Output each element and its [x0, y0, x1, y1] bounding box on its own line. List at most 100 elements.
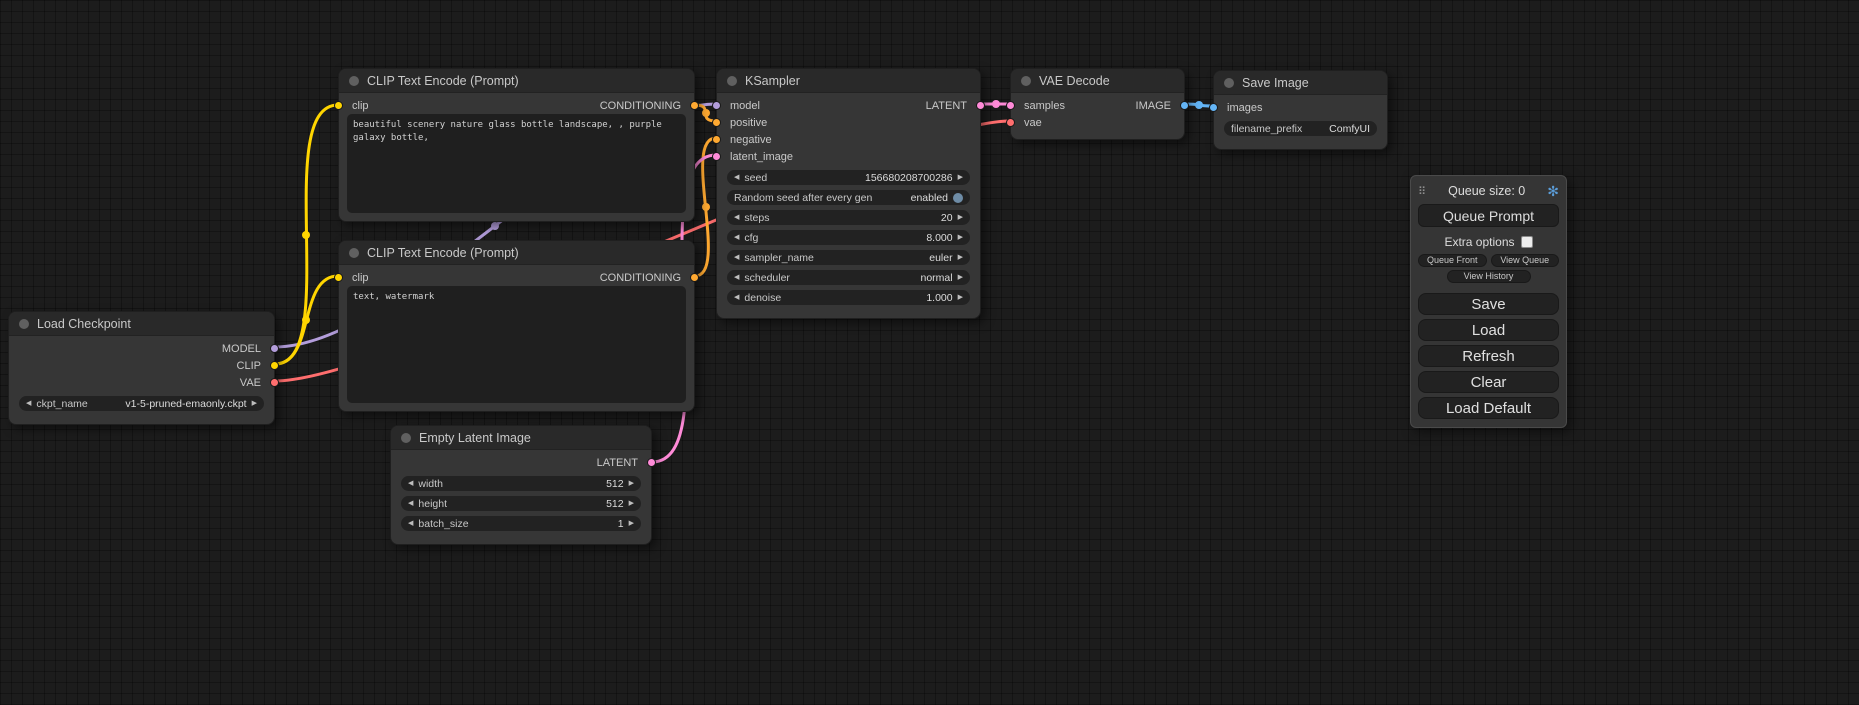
- vae-input-dot[interactable]: [1006, 118, 1015, 127]
- prev-value-arrow-icon[interactable]: ◀: [734, 274, 739, 281]
- decrement-arrow-icon[interactable]: ◀: [734, 174, 739, 181]
- extra-options-checkbox[interactable]: [1521, 236, 1533, 248]
- collapse-dot[interactable]: [349, 248, 359, 258]
- node-graph-canvas[interactable]: Load Checkpoint MODEL CLIP VAE ◀ ckpt_na…: [0, 0, 1859, 705]
- node-title-bar[interactable]: VAE Decode: [1011, 69, 1184, 93]
- node-title-bar[interactable]: KSampler: [717, 69, 980, 93]
- decrement-arrow-icon[interactable]: ◀: [734, 294, 739, 301]
- denoise-widget[interactable]: ◀ denoise 1.000 ▶: [727, 290, 970, 305]
- queue-buttons-row: Queue Front View Queue: [1418, 254, 1559, 267]
- width-widget[interactable]: ◀ width 512 ▶: [401, 476, 641, 491]
- collapse-dot[interactable]: [1224, 78, 1234, 88]
- conditioning-output-dot[interactable]: [690, 273, 699, 282]
- refresh-button[interactable]: Refresh: [1418, 345, 1559, 367]
- increment-arrow-icon[interactable]: ▶: [958, 214, 963, 221]
- latent-output-dot[interactable]: [647, 458, 656, 467]
- increment-arrow-icon[interactable]: ▶: [629, 520, 634, 527]
- decrement-arrow-icon[interactable]: ◀: [408, 500, 413, 507]
- increment-arrow-icon[interactable]: ▶: [958, 294, 963, 301]
- next-value-arrow-icon[interactable]: ▶: [252, 400, 257, 407]
- slot-label-latent-image: latent_image: [730, 151, 793, 163]
- model-input-dot[interactable]: [712, 101, 721, 110]
- negative-input-dot[interactable]: [712, 135, 721, 144]
- ckpt-name-widget[interactable]: ◀ ckpt_name v1-5-pruned-emaonly.ckpt ▶: [19, 396, 264, 411]
- model-output-dot[interactable]: [270, 344, 279, 353]
- clip-input-dot[interactable]: [334, 101, 343, 110]
- samples-input-dot[interactable]: [1006, 101, 1015, 110]
- widget-value: euler: [929, 252, 952, 264]
- decrement-arrow-icon[interactable]: ◀: [408, 520, 413, 527]
- node-save-image[interactable]: Save Image images filename_prefix ComfyU…: [1213, 70, 1388, 150]
- increment-arrow-icon[interactable]: ▶: [629, 500, 634, 507]
- node-title-bar[interactable]: CLIP Text Encode (Prompt): [339, 241, 694, 265]
- queue-menu-panel[interactable]: ⠿ Queue size: 0 ✻ Queue Prompt Extra opt…: [1410, 175, 1567, 428]
- queue-front-button[interactable]: Queue Front: [1418, 254, 1487, 267]
- node-clip-text-encode-negative[interactable]: CLIP Text Encode (Prompt) clip CONDITION…: [338, 240, 695, 412]
- next-value-arrow-icon[interactable]: ▶: [958, 254, 963, 261]
- link-dot: [992, 100, 1000, 108]
- view-history-button[interactable]: View History: [1447, 270, 1531, 283]
- images-input-dot[interactable]: [1209, 103, 1218, 112]
- clear-button[interactable]: Clear: [1418, 371, 1559, 393]
- collapse-dot[interactable]: [349, 76, 359, 86]
- widget-label: cfg: [744, 232, 758, 244]
- view-queue-button[interactable]: View Queue: [1491, 254, 1560, 267]
- node-title-bar[interactable]: CLIP Text Encode (Prompt): [339, 69, 694, 93]
- increment-arrow-icon[interactable]: ▶: [958, 234, 963, 241]
- toggle-indicator-icon[interactable]: [953, 193, 963, 203]
- decrement-arrow-icon[interactable]: ◀: [408, 480, 413, 487]
- steps-widget[interactable]: ◀ steps 20 ▶: [727, 210, 970, 225]
- load-default-button[interactable]: Load Default: [1418, 397, 1559, 419]
- seed-widget[interactable]: ◀ seed 156680208700286 ▶: [727, 170, 970, 185]
- widget-label: seed: [744, 172, 767, 184]
- node-title-bar[interactable]: Empty Latent Image: [391, 426, 651, 450]
- slot-label-clip-input: clip: [352, 272, 369, 284]
- widget-value: 8.000: [926, 232, 952, 244]
- slot-label-conditioning-output: CONDITIONING: [600, 100, 681, 112]
- node-title-bar[interactable]: Load Checkpoint: [9, 312, 274, 336]
- node-title-bar[interactable]: Save Image: [1214, 71, 1387, 95]
- cfg-widget[interactable]: ◀ cfg 8.000 ▶: [727, 230, 970, 245]
- settings-gear-icon[interactable]: ✻: [1547, 183, 1559, 200]
- prev-value-arrow-icon[interactable]: ◀: [26, 400, 31, 407]
- positive-prompt-textarea[interactable]: beautiful scenery nature glass bottle la…: [347, 114, 686, 213]
- scheduler-widget[interactable]: ◀ scheduler normal ▶: [727, 270, 970, 285]
- height-widget[interactable]: ◀ height 512 ▶: [401, 496, 641, 511]
- random-seed-toggle-widget[interactable]: Random seed after every gen enabled: [727, 190, 970, 205]
- filename-prefix-widget[interactable]: filename_prefix ComfyUI: [1224, 121, 1377, 136]
- sampler-name-widget[interactable]: ◀ sampler_name euler ▶: [727, 250, 970, 265]
- prev-value-arrow-icon[interactable]: ◀: [734, 254, 739, 261]
- load-button[interactable]: Load: [1418, 319, 1559, 341]
- latent-output-dot[interactable]: [976, 101, 985, 110]
- batch-size-widget[interactable]: ◀ batch_size 1 ▶: [401, 516, 641, 531]
- clip-output-dot[interactable]: [270, 361, 279, 370]
- link-dot: [491, 222, 499, 230]
- drag-handle-icon[interactable]: ⠿: [1418, 185, 1426, 198]
- decrement-arrow-icon[interactable]: ◀: [734, 234, 739, 241]
- node-ksampler[interactable]: KSampler model LATENT positive negative …: [716, 68, 981, 319]
- conditioning-output-dot[interactable]: [690, 101, 699, 110]
- collapse-dot[interactable]: [727, 76, 737, 86]
- node-vae-decode[interactable]: VAE Decode samples IMAGE vae: [1010, 68, 1185, 140]
- negative-prompt-textarea[interactable]: text, watermark: [347, 286, 686, 403]
- clip-input-dot[interactable]: [334, 273, 343, 282]
- node-load-checkpoint[interactable]: Load Checkpoint MODEL CLIP VAE ◀ ckpt_na…: [8, 311, 275, 425]
- image-output-dot[interactable]: [1180, 101, 1189, 110]
- save-button[interactable]: Save: [1418, 293, 1559, 315]
- vae-output-dot[interactable]: [270, 378, 279, 387]
- queue-prompt-button[interactable]: Queue Prompt: [1418, 204, 1559, 227]
- next-value-arrow-icon[interactable]: ▶: [958, 274, 963, 281]
- positive-input-dot[interactable]: [712, 118, 721, 127]
- increment-arrow-icon[interactable]: ▶: [958, 174, 963, 181]
- collapse-dot[interactable]: [19, 319, 29, 329]
- node-clip-text-encode-positive[interactable]: CLIP Text Encode (Prompt) clip CONDITION…: [338, 68, 695, 222]
- collapse-dot[interactable]: [1021, 76, 1031, 86]
- increment-arrow-icon[interactable]: ▶: [629, 480, 634, 487]
- slot-label-image-output: IMAGE: [1136, 100, 1171, 112]
- node-empty-latent-image[interactable]: Empty Latent Image LATENT ◀ width 512 ▶ …: [390, 425, 652, 545]
- link-dot: [702, 109, 710, 117]
- collapse-dot[interactable]: [401, 433, 411, 443]
- widget-label: denoise: [744, 292, 781, 304]
- decrement-arrow-icon[interactable]: ◀: [734, 214, 739, 221]
- latent-image-input-dot[interactable]: [712, 152, 721, 161]
